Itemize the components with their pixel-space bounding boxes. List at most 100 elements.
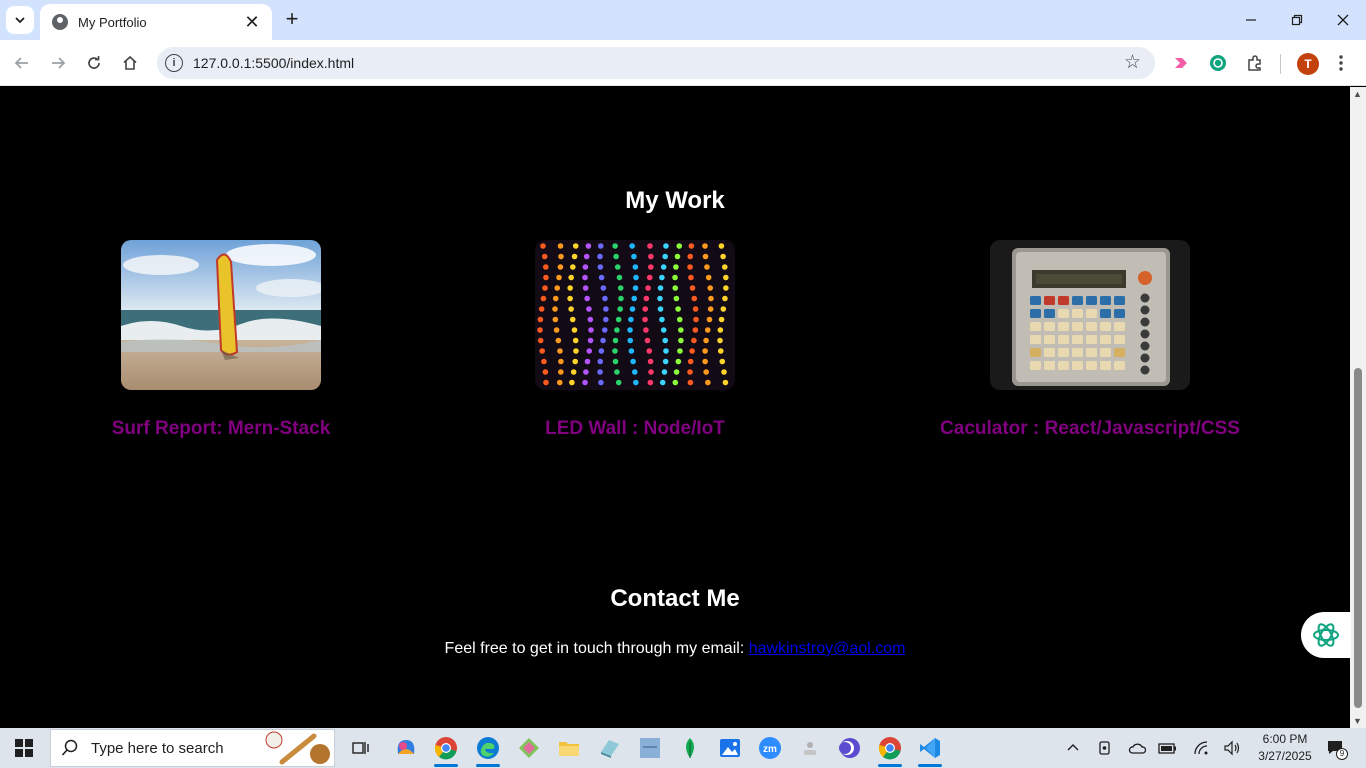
contact-heading: Contact Me — [610, 585, 740, 612]
window-app[interactable] — [634, 732, 666, 764]
contact-text: Feel free to get in touch through my ema… — [0, 640, 1350, 658]
svg-text:zm: zm — [763, 744, 777, 755]
mongodb-app[interactable] — [674, 732, 706, 764]
task-view-icon — [352, 742, 369, 754]
chrome-app-2[interactable] — [874, 732, 906, 767]
edge-app[interactable] — [472, 732, 504, 767]
close-icon — [1337, 14, 1349, 26]
portfolio-page: My Work Surf Report: Mern-Stack LED Wall… — [0, 87, 1350, 728]
folder-icon — [559, 742, 579, 756]
extension-arrow-icon[interactable] — [1169, 51, 1193, 75]
moon-app[interactable] — [834, 732, 866, 764]
onedrive-button[interactable] — [1127, 738, 1147, 758]
arrow-right-icon — [52, 57, 66, 69]
notification-center-button[interactable]: 9 — [1324, 738, 1348, 760]
clock-date: 3/27/2025 — [1258, 749, 1312, 763]
scroll-down-icon[interactable]: ▼ — [1353, 716, 1362, 726]
home-icon — [123, 55, 137, 70]
address-bar[interactable]: i 127.0.0.1:5500/index.html ☆ — [157, 47, 1155, 79]
cloud-icon — [1128, 743, 1146, 754]
photos-app[interactable] — [714, 732, 746, 764]
puzzle-icon — [1248, 55, 1261, 71]
project-card[interactable]: LED Wall : Node/IoT — [515, 240, 755, 439]
project-title[interactable]: Caculator : React/Javascript/CSS — [870, 418, 1310, 440]
back-button[interactable] — [8, 49, 36, 77]
retro-calculator-image[interactable] — [990, 240, 1190, 390]
extensions-button[interactable] — [1243, 51, 1267, 75]
device-icon — [1099, 741, 1110, 755]
file-explorer-app[interactable] — [553, 732, 585, 764]
project-title[interactable]: LED Wall : Node/IoT — [415, 418, 855, 440]
email-link[interactable]: hawkinstroy@aol.com — [749, 640, 906, 657]
toolbar-divider — [1280, 54, 1281, 74]
task-view-button[interactable] — [344, 732, 376, 764]
battery-icon — [1158, 743, 1176, 754]
chevron-down-icon — [15, 17, 25, 24]
gitkraken-icon — [519, 738, 539, 758]
search-icon — [61, 739, 78, 756]
taskbar-search[interactable]: Type here to search — [50, 729, 335, 767]
minimize-button[interactable] — [1228, 0, 1274, 40]
tab-search-button[interactable] — [6, 6, 34, 34]
browser-tab-active[interactable]: My Portfolio ✕ — [40, 4, 272, 40]
bookmark-star-icon[interactable]: ☆ — [1124, 53, 1141, 73]
surfboard-beach-image[interactable] — [121, 240, 321, 390]
chatgpt-extension-icon[interactable] — [1206, 51, 1230, 75]
battery-button[interactable] — [1158, 738, 1178, 758]
project-card[interactable]: Caculator : React/Javascript/CSS — [940, 240, 1240, 439]
scroll-up-icon[interactable]: ▲ — [1353, 89, 1362, 99]
taskbar-clock[interactable]: 6:00 PM 3/27/2025 — [1250, 731, 1320, 765]
taskbar: Type here to search zm 6:00 PM 3/27/2025… — [0, 728, 1366, 768]
notes-app[interactable] — [593, 732, 625, 764]
gray-app-icon — [804, 742, 816, 755]
project-card[interactable]: Surf Report: Mern-Stack — [101, 240, 341, 439]
restore-icon — [1291, 14, 1303, 26]
page-scrollbar[interactable]: ▲ ▼ — [1350, 87, 1366, 728]
new-tab-button[interactable]: + — [280, 8, 304, 32]
led-strips-image[interactable] — [535, 240, 735, 390]
copilot-app[interactable] — [390, 732, 422, 764]
project-title[interactable]: Surf Report: Mern-Stack — [1, 418, 441, 440]
meet-now-button[interactable] — [1095, 738, 1115, 758]
tab-title: My Portfolio — [78, 14, 147, 30]
tray-overflow-button[interactable] — [1063, 738, 1083, 758]
home-button[interactable] — [116, 49, 144, 77]
vscode-app[interactable] — [914, 732, 946, 767]
globe-icon — [52, 14, 68, 30]
network-button[interactable] — [1192, 738, 1212, 758]
window-icon — [640, 738, 660, 758]
clock-time: 6:00 PM — [1262, 732, 1308, 746]
forward-button[interactable] — [44, 49, 72, 77]
my-work-heading: My Work — [625, 187, 725, 214]
chrome-app[interactable] — [430, 732, 462, 767]
notepad-icon — [601, 740, 619, 758]
scrollbar-thumb[interactable] — [1354, 368, 1362, 708]
restore-button[interactable] — [1274, 0, 1320, 40]
site-info-icon[interactable]: i — [165, 54, 183, 72]
utility-app[interactable] — [794, 732, 826, 764]
reload-button[interactable] — [80, 49, 108, 77]
zoom-app[interactable]: zm — [754, 732, 786, 764]
close-window-button[interactable] — [1320, 0, 1366, 40]
menu-button[interactable] — [1329, 51, 1353, 75]
notification-badge: 9 — [1336, 748, 1348, 760]
minimize-icon — [1246, 19, 1256, 21]
profile-avatar[interactable]: T — [1297, 53, 1319, 75]
assistant-widget-button[interactable] — [1301, 612, 1351, 658]
more-vert-icon — [1339, 55, 1343, 71]
start-button[interactable] — [0, 728, 48, 768]
copilot-icon — [397, 740, 415, 754]
contact-prompt: Feel free to get in touch through my ema… — [444, 640, 749, 657]
git-app[interactable] — [513, 732, 545, 764]
volume-button[interactable] — [1222, 738, 1242, 758]
moon-icon — [839, 738, 860, 758]
vscode-icon — [920, 738, 940, 758]
photos-icon — [720, 739, 740, 757]
chrome-icon — [878, 737, 901, 760]
mongodb-leaf-icon — [686, 738, 694, 758]
tab-strip: My Portfolio ✕ + — [0, 0, 1366, 40]
url-text[interactable]: 127.0.0.1:5500/index.html — [193, 55, 354, 71]
close-tab-icon[interactable]: ✕ — [242, 12, 262, 32]
baseball-highlight-icon — [265, 731, 330, 765]
speaker-icon — [1224, 740, 1240, 756]
